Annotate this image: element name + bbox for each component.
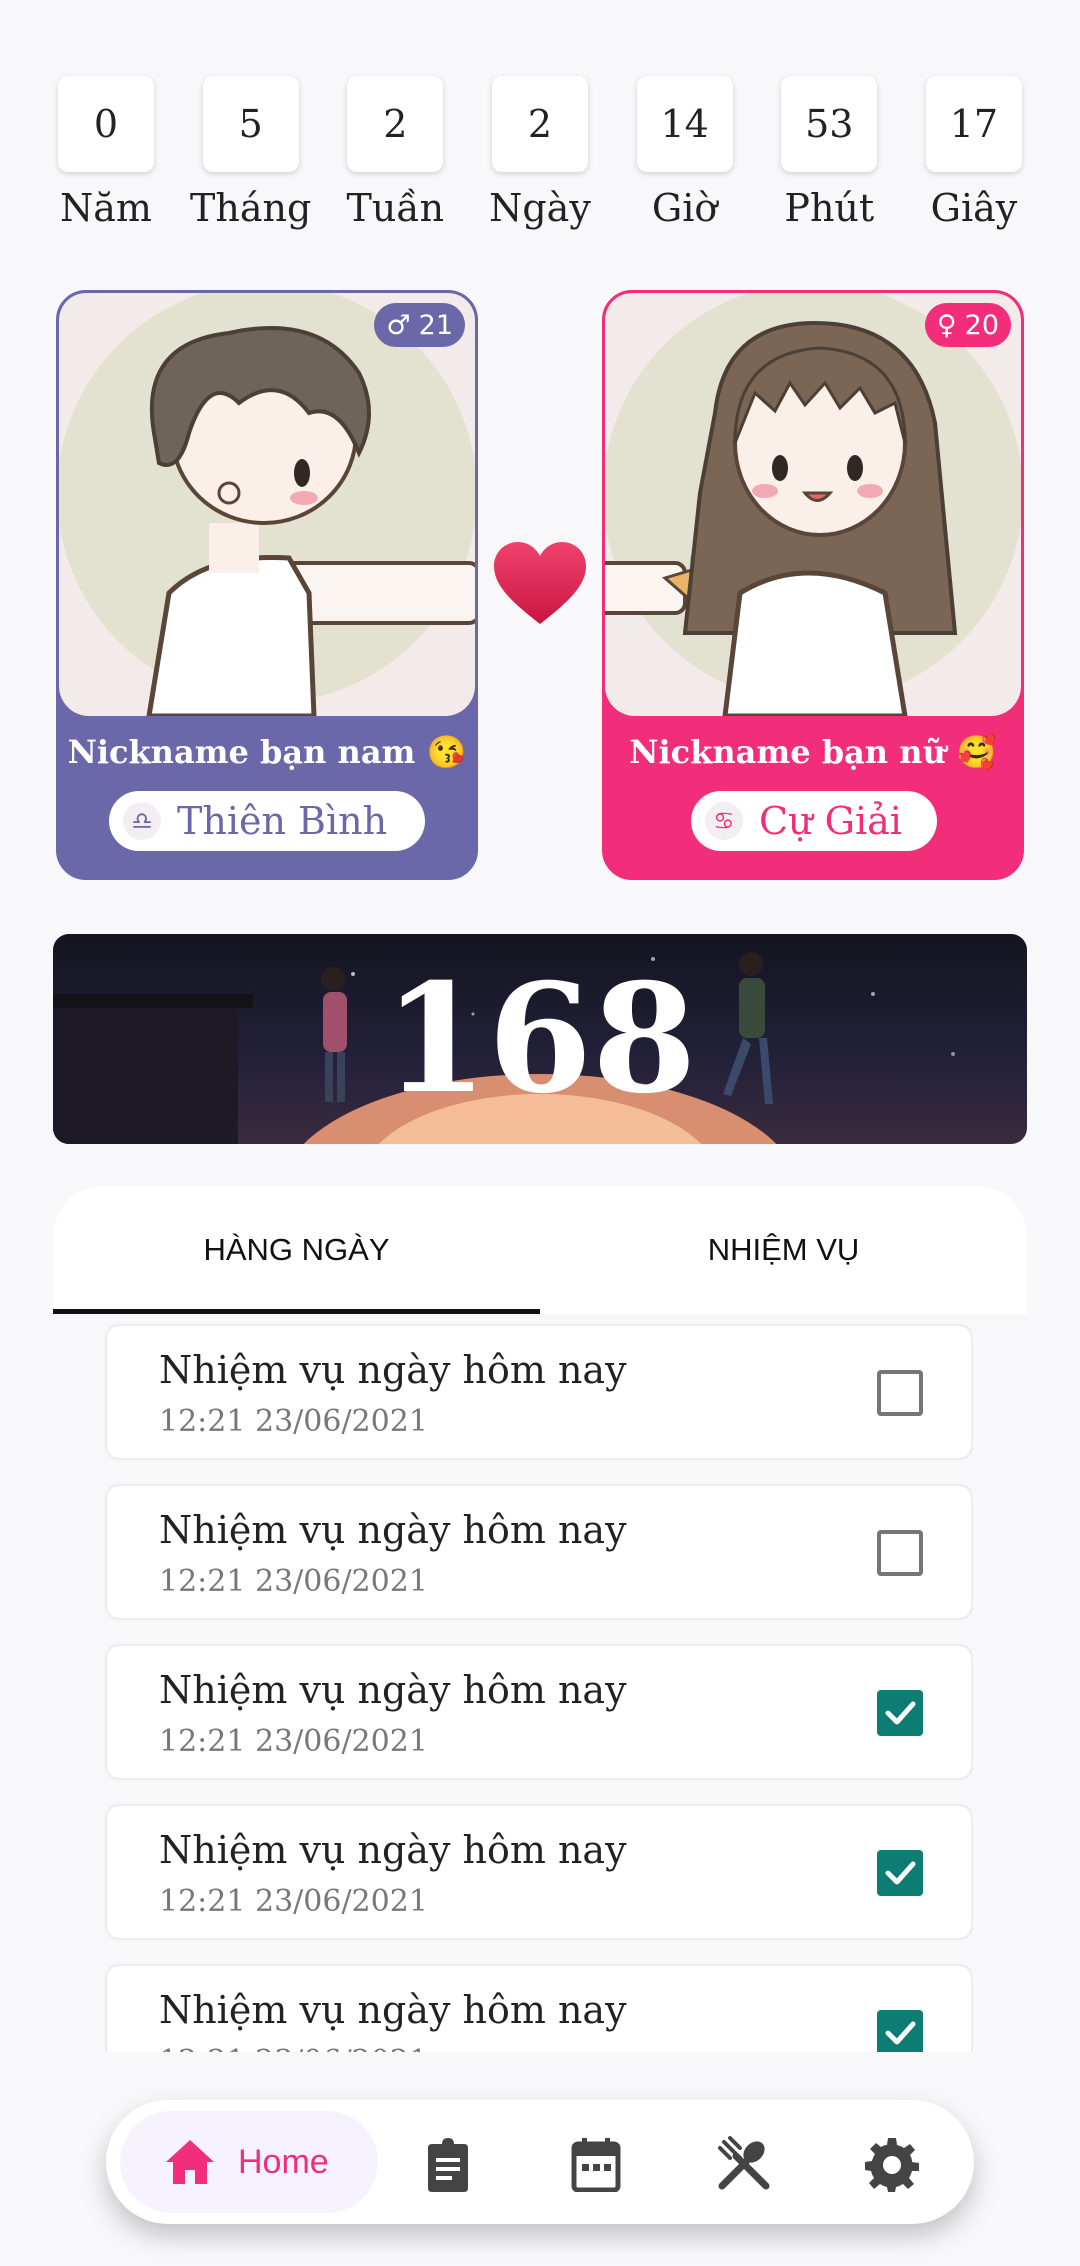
counter-days: 2 Ngày (489, 76, 591, 230)
list-item[interactable]: Nhiệm vụ ngày hôm nay 12:21 23/06/2021 (105, 1964, 973, 2052)
counter-hours: 14 Giờ (636, 76, 733, 230)
female-profile-card[interactable]: ♀ 20 Nickname bạn nữ 🥰 ♋ Cự Giải (602, 290, 1024, 880)
home-icon (166, 2140, 214, 2184)
task-checkbox[interactable] (877, 1530, 923, 1576)
counter-months: 5 Tháng (190, 76, 311, 230)
nav-home-button[interactable]: Home (120, 2111, 378, 2213)
counter-years: 0 Năm (58, 76, 154, 230)
male-profile-card[interactable]: ♂ 21 Nickname bạn nam 😘 ♎ Thiên Bình (56, 290, 478, 880)
male-zodiac-label: Thiên Bình (177, 799, 388, 843)
task-list[interactable]: Nhiệm vụ ngày hôm nay 12:21 23/06/2021 N… (105, 1324, 973, 2052)
task-title: Nhiệm vụ ngày hôm nay (159, 1828, 627, 1872)
counter-value: 17 (925, 76, 1022, 172)
task-title: Nhiệm vụ ngày hôm nay (159, 1668, 627, 1712)
female-age-badge: ♀ 20 (924, 303, 1011, 347)
check-icon (885, 1701, 916, 1725)
cancer-icon: ♋ (705, 802, 743, 840)
task-time: 12:21 23/06/2021 (159, 1884, 428, 1919)
counter-value: 5 (202, 76, 299, 172)
tab-bar: HÀNG NGÀY NHIỆM VỤ (53, 1186, 1027, 1314)
tab-daily[interactable]: HÀNG NGÀY (53, 1186, 540, 1314)
counter-label: Giây (930, 186, 1018, 230)
gear-icon[interactable] (864, 2136, 920, 2192)
check-icon (885, 2021, 916, 2045)
tasks-panel: HÀNG NGÀY NHIỆM VỤ Nhiệm vụ ngày hôm nay… (53, 1186, 1027, 2052)
female-avatar[interactable] (605, 293, 1021, 716)
list-item[interactable]: Nhiệm vụ ngày hôm nay 12:21 23/06/2021 (105, 1644, 973, 1780)
heart-icon (494, 542, 586, 624)
female-zodiac-pill[interactable]: ♋ Cự Giải (691, 791, 937, 851)
task-checkbox[interactable] (877, 1370, 923, 1416)
counter-value: 0 (58, 76, 154, 172)
task-time: 12:21 23/06/2021 (159, 1404, 428, 1439)
time-counter: 0 Năm 5 Tháng 2 Tuần 2 Ngày 14 Giờ 53 Ph… (58, 76, 1022, 230)
libra-icon: ♎ (123, 802, 161, 840)
task-title: Nhiệm vụ ngày hôm nay (159, 1988, 627, 2032)
nav-home-label: Home (238, 2142, 329, 2181)
task-title: Nhiệm vụ ngày hôm nay (159, 1348, 627, 1392)
task-time: 12:21 23/06/2021 (159, 1724, 428, 1759)
bottom-navigation: Home (106, 2100, 974, 2224)
counter-seconds: 17 Giây (925, 76, 1022, 230)
male-avatar[interactable] (59, 293, 475, 716)
list-item[interactable]: Nhiệm vụ ngày hôm nay 12:21 23/06/2021 (105, 1804, 973, 1940)
love-days-banner[interactable]: 168 (53, 934, 1027, 1144)
male-zodiac-pill[interactable]: ♎ Thiên Bình (109, 791, 425, 851)
task-checkbox[interactable] (877, 1690, 923, 1736)
female-gender-icon: ♀ (936, 309, 957, 341)
task-checkbox[interactable] (877, 1850, 923, 1896)
love-days-count: 168 (383, 951, 697, 1127)
task-title: Nhiệm vụ ngày hôm nay (159, 1508, 627, 1552)
counter-value: 2 (491, 76, 588, 172)
female-age: 20 (964, 309, 999, 341)
female-nickname[interactable]: Nickname bạn nữ 🥰 (605, 733, 1021, 771)
male-age-badge: ♂ 21 (374, 303, 465, 347)
task-time: 12:21 23/06/2021 (159, 2044, 428, 2052)
counter-value: 53 (781, 76, 878, 172)
counter-weeks: 2 Tuần (347, 76, 444, 230)
male-nickname[interactable]: Nickname bạn nam 😘 (59, 733, 475, 771)
counter-value: 14 (636, 76, 733, 172)
list-item[interactable]: Nhiệm vụ ngày hôm nay 12:21 23/06/2021 (105, 1484, 973, 1620)
counter-value: 2 (347, 76, 444, 172)
boy-illustration (59, 293, 475, 716)
girl-illustration (605, 293, 1021, 716)
calendar-icon[interactable] (568, 2136, 624, 2192)
female-zodiac-label: Cự Giải (759, 799, 902, 843)
list-item[interactable]: Nhiệm vụ ngày hôm nay 12:21 23/06/2021 (105, 1324, 973, 1460)
male-gender-icon: ♂ (386, 309, 411, 341)
clipboard-icon[interactable] (420, 2136, 476, 2192)
task-checkbox[interactable] (877, 2010, 923, 2052)
male-age: 21 (418, 309, 453, 341)
utensils-icon[interactable] (716, 2136, 772, 2192)
counter-minutes: 53 Phút (781, 76, 878, 230)
task-time: 12:21 23/06/2021 (159, 1564, 428, 1599)
check-icon (885, 1861, 916, 1885)
tab-missions[interactable]: NHIỆM VỤ (540, 1186, 1027, 1314)
